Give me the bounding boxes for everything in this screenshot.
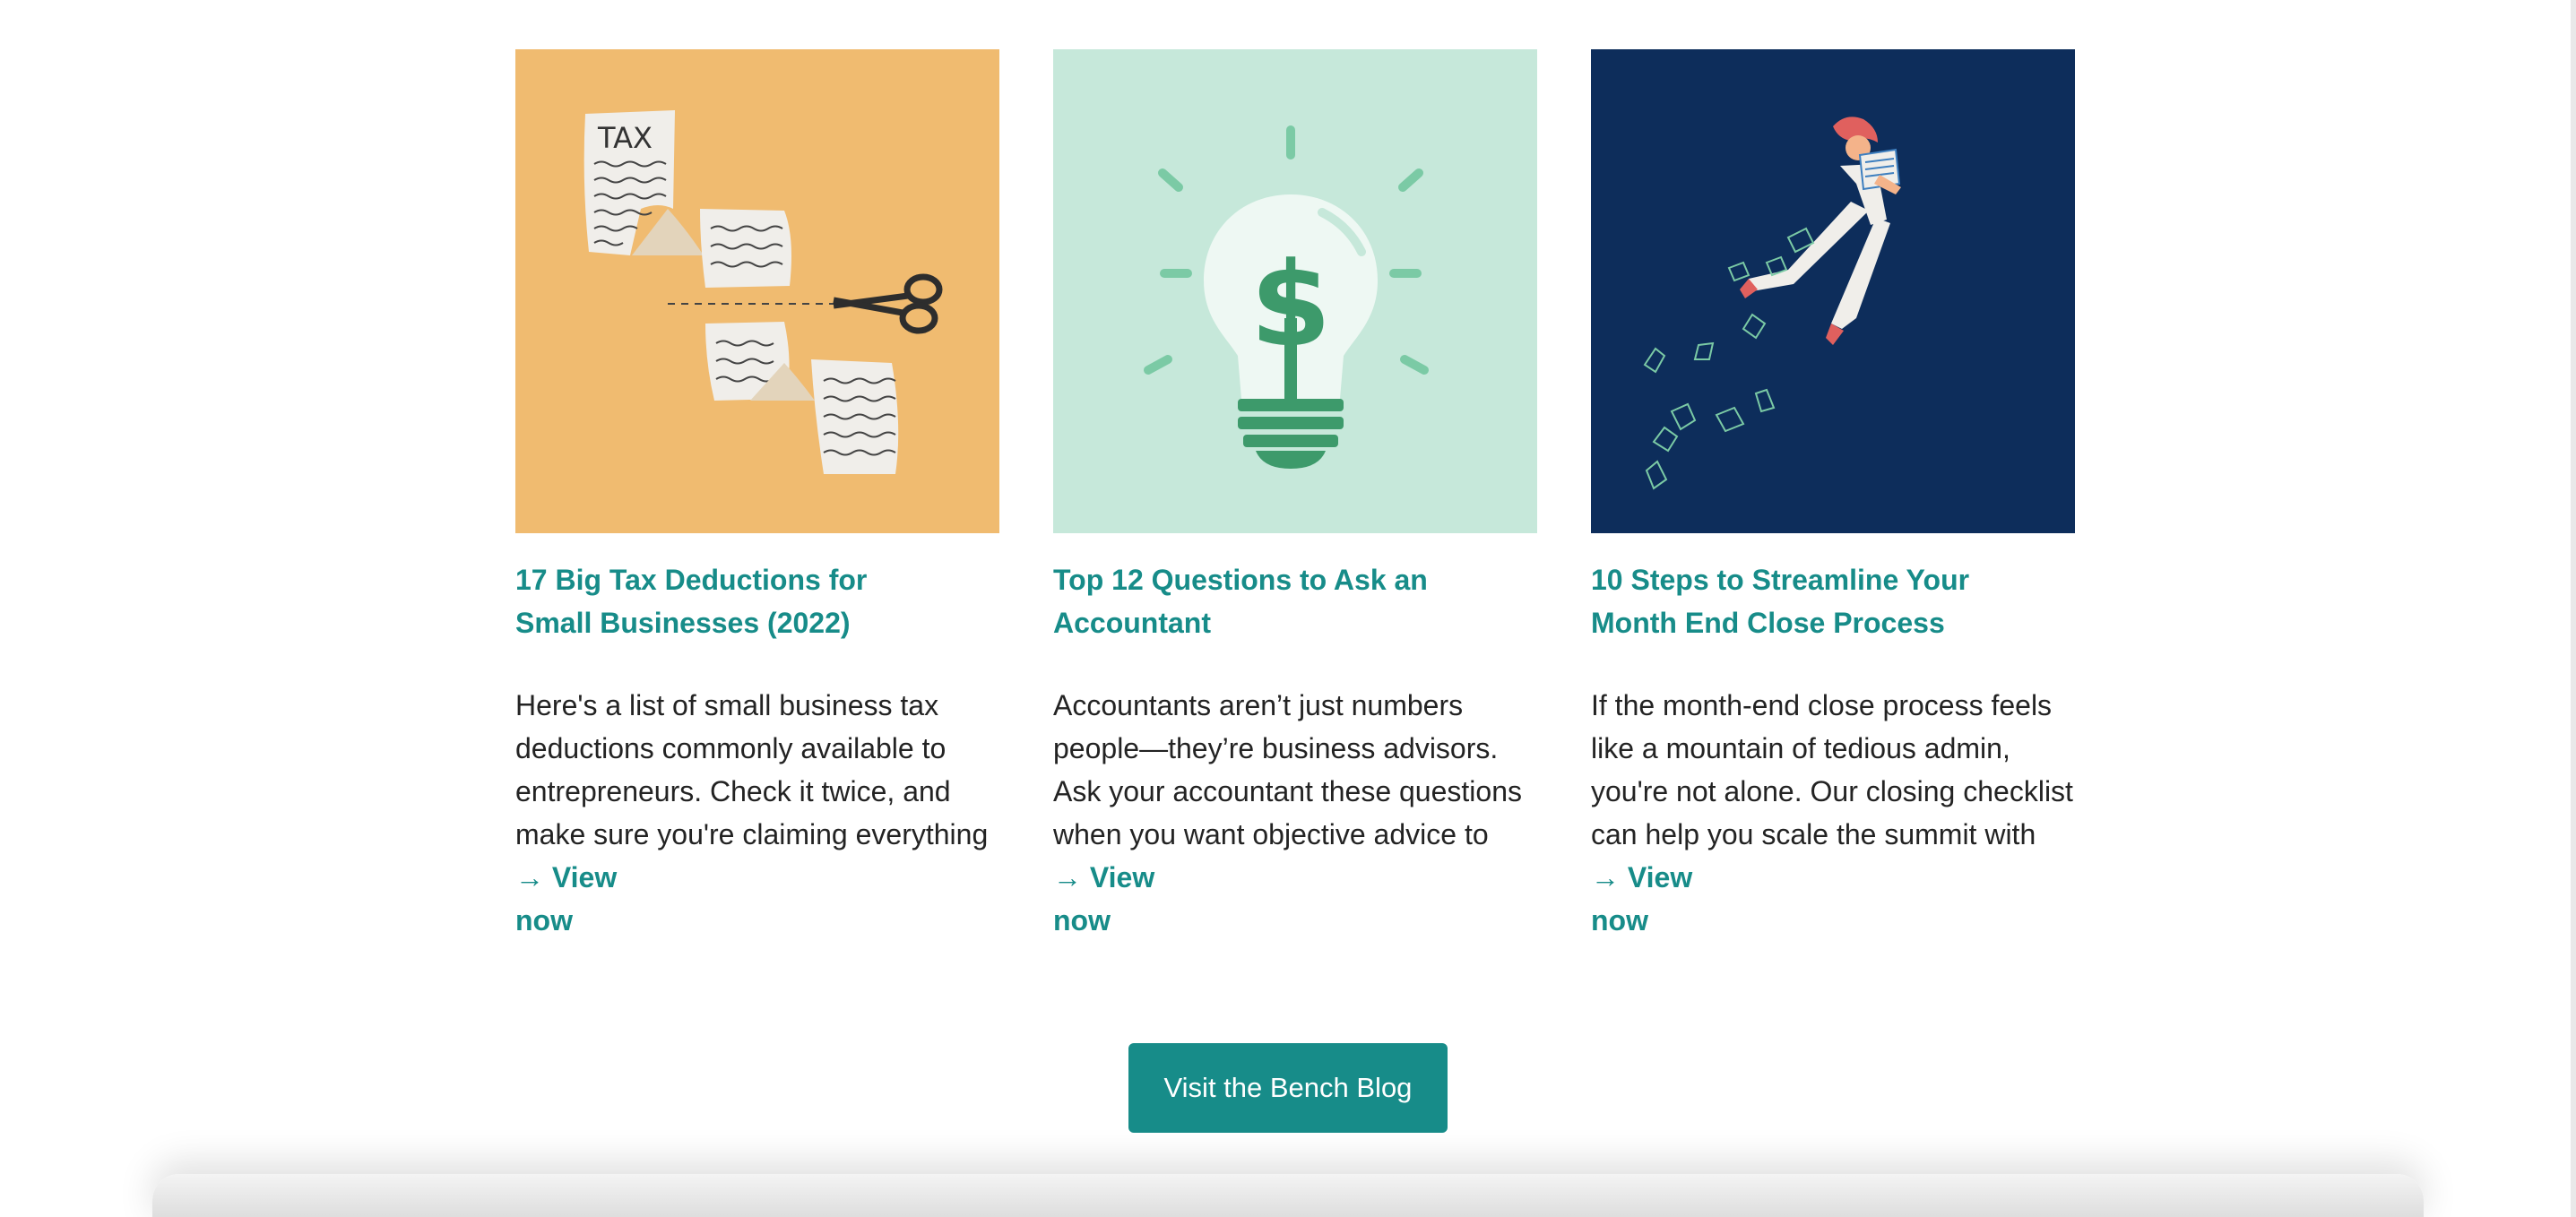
card-title[interactable]: 10 Steps to Streamline Your Month End Cl…: [1591, 558, 1985, 644]
card-title[interactable]: Top 12 Questions to Ask an Accountant: [1053, 558, 1448, 644]
blog-section: TAX 17 Big Tax Deductions for Small Busi…: [0, 0, 2576, 1217]
view-now-link[interactable]: → View now: [1591, 856, 1716, 942]
blog-card-list: TAX 17 Big Tax Deductions for Small Busi…: [515, 49, 2075, 942]
view-now-link[interactable]: → View now: [1053, 856, 1179, 942]
tax-label: TAX: [597, 121, 653, 155]
scrollbar[interactable]: [2571, 0, 2576, 1217]
flying-woman-icon: [1591, 49, 2075, 533]
blog-card: $ Top 12 Questions to Ask an Accountant …: [1053, 49, 1537, 942]
blog-card: TAX 17 Big Tax Deductions for Small Busi…: [515, 49, 999, 942]
visit-blog-button[interactable]: Visit the Bench Blog: [1128, 1043, 1448, 1133]
card-title[interactable]: 17 Big Tax Deductions for Small Business…: [515, 558, 910, 644]
lightbulb-icon: $: [1053, 49, 1537, 533]
card-description: Here's a list of small business tax dedu…: [515, 689, 989, 850]
next-section-edge: [152, 1174, 2424, 1217]
cta-container: Visit the Bench Blog: [0, 1043, 2576, 1133]
woman-flying-papers-illustration[interactable]: [1591, 49, 2075, 533]
card-description: If the month-end close process feels lik…: [1591, 689, 2073, 850]
blog-card: 10 Steps to Streamline Your Month End Cl…: [1591, 49, 2075, 942]
tax-receipt-scissors-icon: TAX: [515, 49, 999, 533]
view-now-link[interactable]: → View now: [515, 856, 641, 942]
lightbulb-dollar-illustration[interactable]: $: [1053, 49, 1537, 533]
tax-receipt-scissors-illustration[interactable]: TAX: [515, 49, 999, 533]
card-description: Accountants aren’t just numbers people—t…: [1053, 689, 1522, 850]
